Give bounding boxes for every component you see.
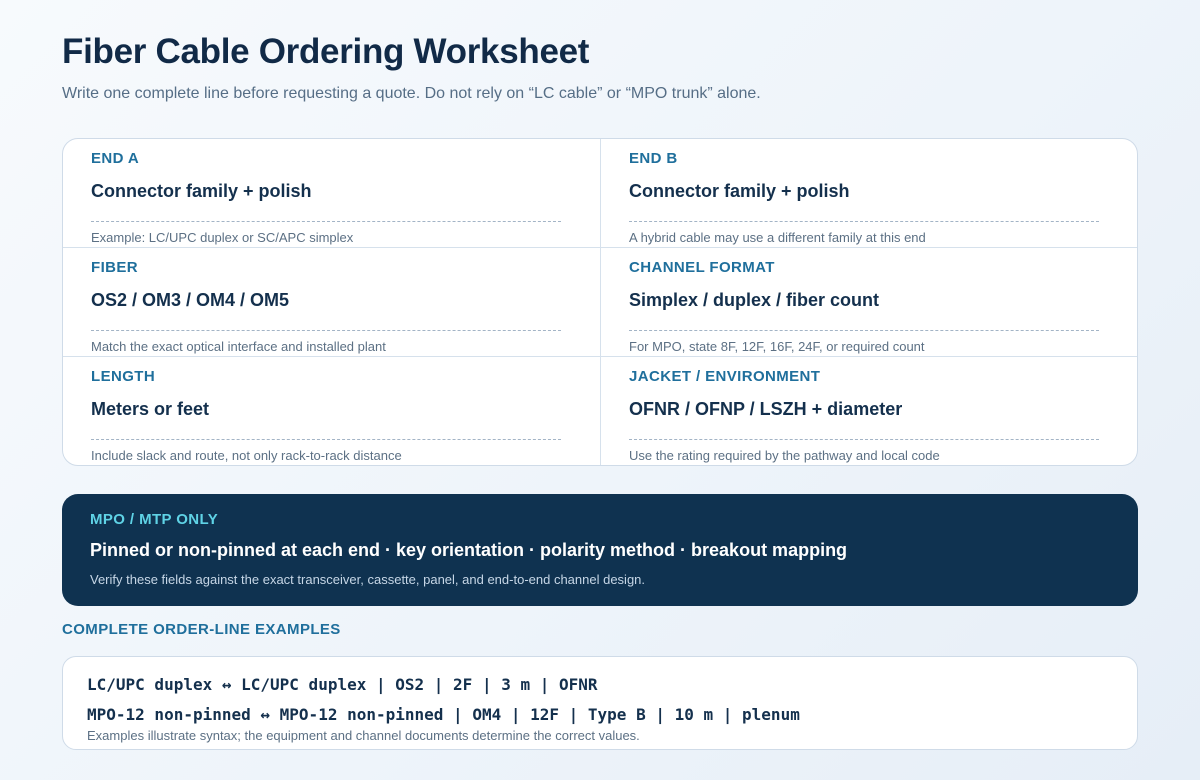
examples-box: LC/UPC duplex ↔ LC/UPC duplex | OS2 | 2F… <box>62 656 1138 750</box>
field-jacket-environment: JACKET / ENVIRONMENT OFNR / OFNP / LSZH … <box>601 357 1137 465</box>
field-end-a: END A Connector family + polish Example:… <box>63 139 601 248</box>
field-hint: Match the exact optical interface and in… <box>91 339 386 354</box>
field-hint: A hybrid cable may use a different famil… <box>629 230 926 245</box>
page-title: Fiber Cable Ordering Worksheet <box>62 32 590 71</box>
mpo-label: MPO / MTP ONLY <box>90 511 219 528</box>
field-value: Connector family + polish <box>629 181 850 201</box>
field-hint: Use the rating required by the pathway a… <box>629 448 940 463</box>
field-value: Simplex / duplex / fiber count <box>629 290 880 310</box>
mpo-callout: MPO / MTP ONLY Pinned or non-pinned at e… <box>62 494 1138 606</box>
field-entry-line[interactable] <box>629 330 1099 331</box>
field-entry-line[interactable] <box>629 439 1099 440</box>
field-entry-line[interactable] <box>91 221 561 222</box>
field-label: FIBER <box>91 259 138 276</box>
field-length: LENGTH Meters or feet Include slack and … <box>63 357 601 465</box>
field-label: JACKET / ENVIRONMENT <box>629 368 821 385</box>
worksheet-page: Fiber Cable Ordering Worksheet Write one… <box>0 0 1200 780</box>
fields-grid: END A Connector family + polish Example:… <box>62 138 1138 466</box>
field-hint: Include slack and route, not only rack-t… <box>91 448 402 463</box>
field-entry-line[interactable] <box>629 221 1099 222</box>
field-value: OS2 / OM3 / OM4 / OM5 <box>91 290 290 310</box>
examples-note: Examples illustrate syntax; the equipmen… <box>87 728 640 743</box>
field-label: LENGTH <box>91 368 156 385</box>
field-channel-format: CHANNEL FORMAT Simplex / duplex / fiber … <box>601 248 1137 357</box>
field-value: Meters or feet <box>91 399 210 419</box>
field-value: Connector family + polish <box>91 181 312 201</box>
field-entry-line[interactable] <box>91 330 561 331</box>
examples-heading: COMPLETE ORDER-LINE EXAMPLES <box>62 621 341 638</box>
example-order-line: MPO-12 non-pinned ↔ MPO-12 non-pinned | … <box>87 705 800 724</box>
field-end-b: END B Connector family + polish A hybrid… <box>601 139 1137 248</box>
field-hint: Example: LC/UPC duplex or SC/APC simplex <box>91 230 354 245</box>
field-value: OFNR / OFNP / LSZH + diameter <box>629 399 903 419</box>
mpo-requirements: Pinned or non-pinned at each end · key o… <box>90 540 848 560</box>
mpo-hint: Verify these fields against the exact tr… <box>90 572 646 587</box>
page-subtitle: Write one complete line before requestin… <box>62 85 761 102</box>
example-order-line: LC/UPC duplex ↔ LC/UPC duplex | OS2 | 2F… <box>87 675 598 694</box>
field-label: END B <box>629 150 678 167</box>
field-entry-line[interactable] <box>91 439 561 440</box>
field-label: END A <box>91 150 140 167</box>
field-hint: For MPO, state 8F, 12F, 16F, 24F, or req… <box>629 339 925 354</box>
field-label: CHANNEL FORMAT <box>629 259 775 276</box>
field-fiber: FIBER OS2 / OM3 / OM4 / OM5 Match the ex… <box>63 248 601 357</box>
